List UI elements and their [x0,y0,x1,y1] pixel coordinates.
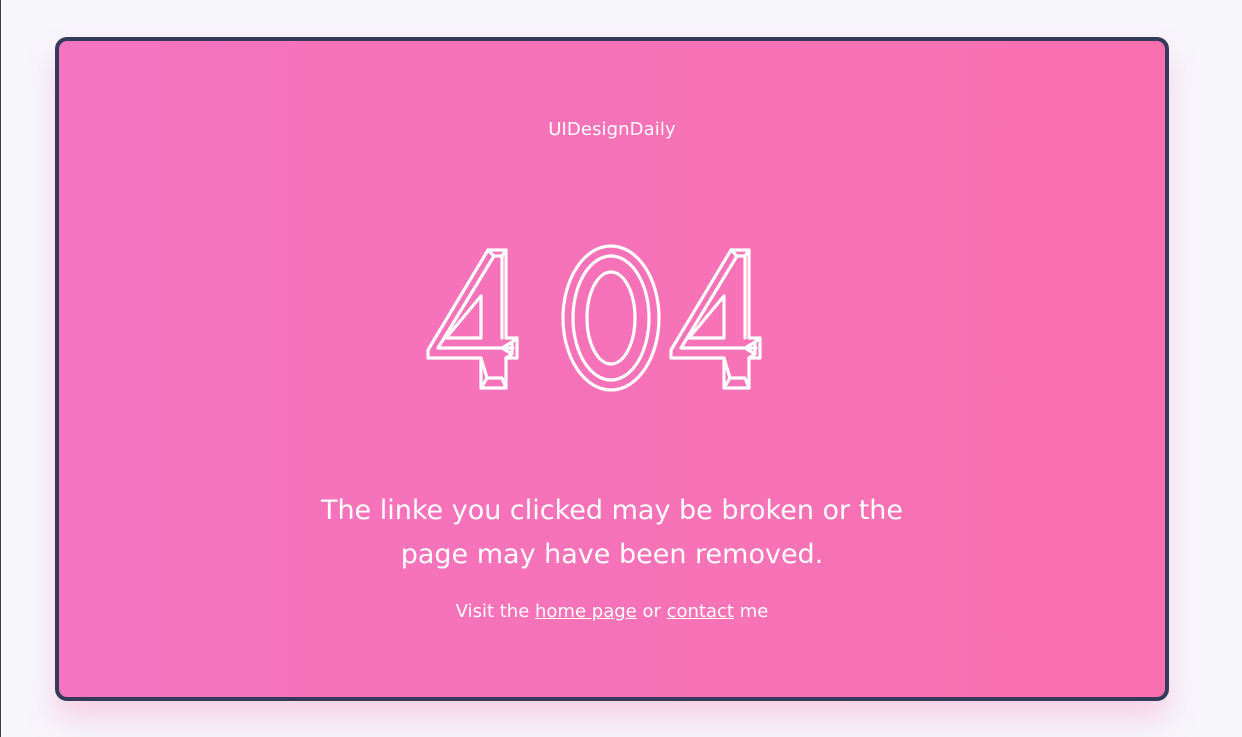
error-code-404-graphic [426,244,762,392]
contact-link[interactable]: contact [667,601,734,622]
links-suffix: me [739,601,769,622]
error-message-line-2: page may have been removed. [400,539,824,570]
digit-four-left [426,248,519,390]
links-prefix: Visit the [455,601,530,622]
brand-name: UIDesignDaily [548,119,676,140]
error-card: UIDesignDaily The linke you clicked may … [55,37,1169,701]
error-message: The linke you clicked may be broken or t… [59,489,1165,577]
digit-zero [561,244,661,392]
digit-four-right [669,248,762,390]
links-middle: or [642,601,661,622]
window-left-edge [0,0,1,737]
home-page-link[interactable]: home page [535,601,637,622]
error-message-line-1: The linke you clicked may be broken or t… [320,495,904,526]
help-links: Visit the home page or contact me [59,601,1165,622]
